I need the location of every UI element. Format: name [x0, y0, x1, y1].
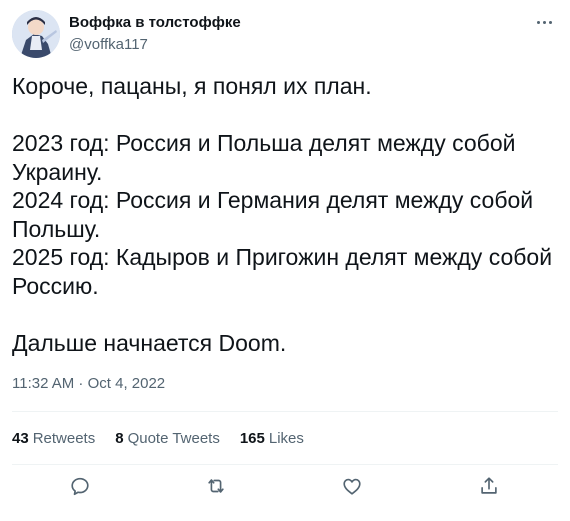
- reply-button[interactable]: [60, 466, 100, 506]
- tweet-stats: 43 Retweets 8 Quote Tweets 165 Likes: [12, 428, 324, 448]
- more-options-button[interactable]: [530, 12, 558, 32]
- retweet-button[interactable]: [196, 466, 236, 506]
- tweet-actions: [12, 466, 558, 506]
- retweet-icon: [208, 479, 224, 493]
- retweets-stat[interactable]: 43 Retweets: [12, 430, 95, 447]
- likes-count: 165: [239, 429, 265, 447]
- more-dot-icon: [542, 20, 546, 24]
- more-dot-icon: [536, 20, 540, 24]
- tweet-card: Воффка в толстоффке @voffka117 Короче, п…: [0, 0, 570, 521]
- retweets-label: Retweets: [32, 429, 96, 447]
- likes-stat[interactable]: 165 Likes: [240, 430, 304, 447]
- retweets-count: 43: [12, 429, 29, 447]
- share-icon: [481, 477, 497, 494]
- likes-label: Likes: [268, 429, 304, 447]
- like-button[interactable]: [332, 466, 372, 506]
- user-handle[interactable]: @voffka117: [69, 36, 148, 53]
- display-name[interactable]: Воффка в толстоффке: [69, 14, 241, 31]
- quote-tweets-label: Quote Tweets: [127, 429, 220, 447]
- quote-tweets-stat[interactable]: 8 Quote Tweets: [115, 430, 220, 447]
- quote-tweets-count: 8: [115, 429, 124, 447]
- divider: [12, 464, 558, 465]
- share-button[interactable]: [469, 466, 509, 506]
- tweet-header: Воффка в толстоффке @voffka117: [12, 10, 558, 58]
- avatar[interactable]: [12, 10, 60, 58]
- divider: [12, 411, 558, 412]
- tweet-text: Короче, пацаны, я понял их план. 2023 го…: [12, 73, 553, 356]
- avatar-icon: [12, 10, 60, 58]
- like-icon: [343, 478, 361, 495]
- tweet-timestamp[interactable]: 11:32 AM · Oct 4, 2022: [12, 375, 165, 392]
- more-dot-icon: [548, 20, 552, 24]
- reply-icon: [71, 477, 89, 496]
